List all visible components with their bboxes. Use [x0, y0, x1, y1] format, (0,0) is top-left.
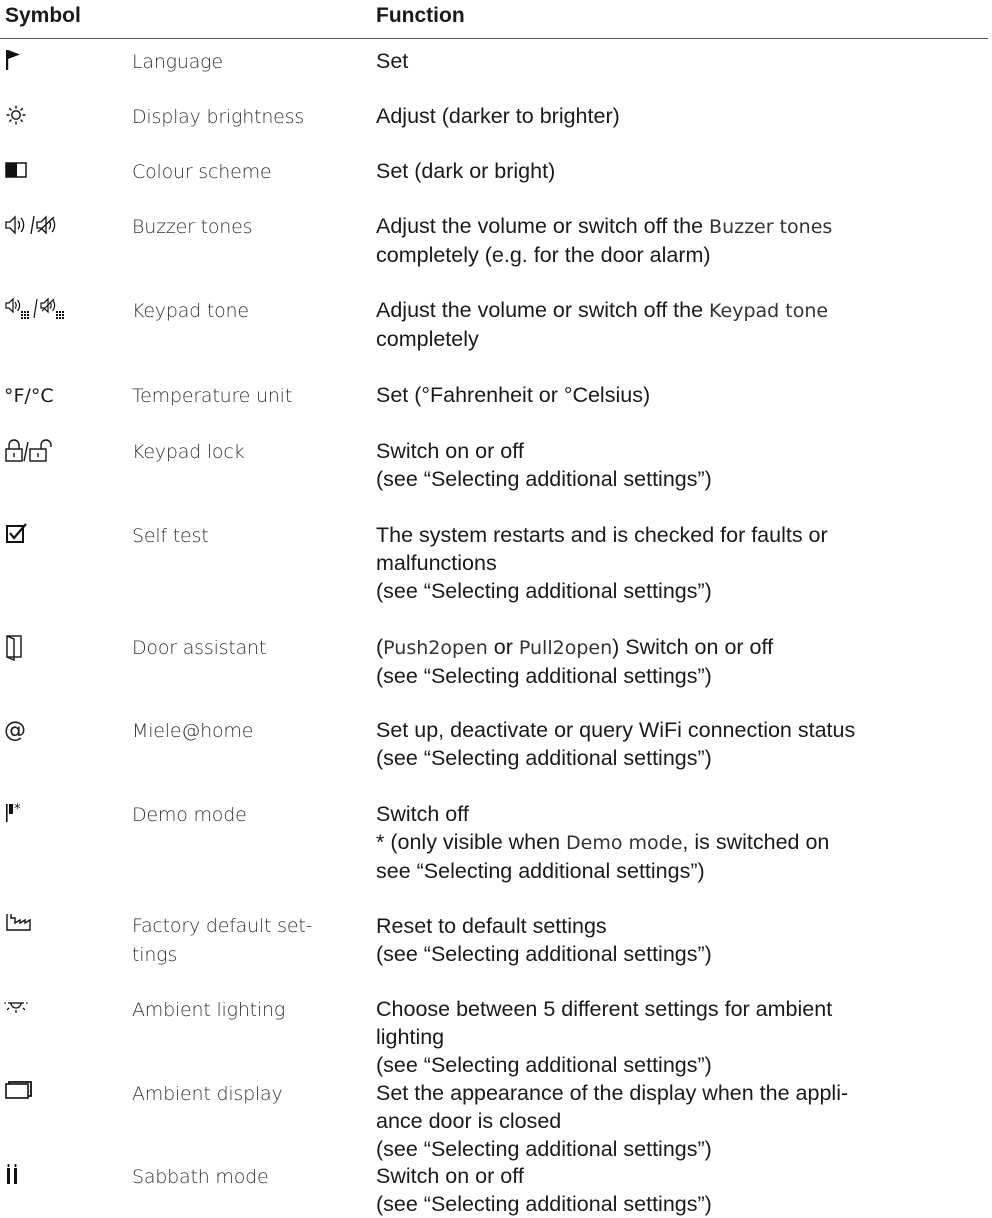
table-header: Symbol Function	[0, 0, 992, 36]
function-text: Adjust (darker to brighter)	[376, 104, 620, 128]
column-header-symbol: Symbol	[5, 4, 81, 27]
padlock-icon	[4, 437, 104, 467]
sabbath-icon	[4, 1162, 104, 1192]
setting-name: Sabbath mode	[132, 1166, 269, 1188]
setting-name: Door assistant	[132, 637, 267, 659]
flag-icon	[4, 47, 104, 77]
function-text: Set	[376, 49, 409, 73]
setting-name: Factory default set-tings	[132, 915, 313, 966]
setting-name: Language	[132, 51, 223, 73]
function-text: Adjust the volume or switch off the Buzz…	[376, 214, 833, 267]
function-text: Set the appearance of the display when t…	[376, 1081, 849, 1161]
function-text: Set (°Fahrenheit or °Celsius)	[376, 383, 651, 407]
column-header-function: Function	[376, 4, 465, 27]
setting-name: Demo mode	[132, 804, 247, 826]
at-icon: @	[4, 718, 26, 743]
setting-name: Keypad lock	[132, 441, 245, 463]
setting-name: Display brightness	[132, 106, 305, 128]
door-icon	[4, 633, 104, 663]
svg-text:*: *	[14, 802, 21, 817]
function-text: Set (dark or bright)	[376, 159, 556, 183]
demo-flag-icon: *	[4, 800, 104, 830]
function-text: Choose between 5 different settings for …	[376, 997, 833, 1077]
temperature-unit-icon: °F/°C	[4, 385, 54, 407]
function-text: (Push2open or Pull2open) Switch on or of…	[376, 635, 774, 688]
function-text: Switch on or off (see “Selecting additio…	[376, 439, 712, 491]
factory-icon	[4, 912, 104, 942]
setting-name: Colour scheme	[132, 161, 272, 183]
speaker-icon	[4, 212, 104, 242]
sun-icon	[4, 102, 104, 132]
setting-name: Keypad tone	[132, 300, 249, 322]
function-text: Set up, deactivate or query WiFi connect…	[376, 718, 856, 770]
setting-name: Ambient display	[132, 1083, 283, 1105]
function-text: The system restarts and is checked for f…	[376, 523, 828, 603]
keypad-speaker-icon	[4, 296, 104, 326]
ambient-display-icon	[4, 1079, 104, 1109]
setting-name: Miele@home	[132, 720, 254, 742]
colour-scheme-icon	[4, 157, 104, 187]
function-text: Switch on or off (see “Selecting additio…	[376, 1164, 712, 1216]
function-text: Reset to default settings (see “Selectin…	[376, 914, 712, 966]
setting-name: Buzzer tones	[132, 216, 253, 238]
setting-name: Ambient lighting	[132, 999, 286, 1021]
setting-name: Temperature unit	[132, 385, 293, 407]
checkbox-icon	[4, 521, 104, 551]
ambient-light-icon	[4, 995, 104, 1025]
setting-name: Self test	[132, 525, 209, 547]
header-divider	[0, 38, 988, 39]
function-text: Switch off * (only visible when Demo mod…	[376, 802, 830, 883]
function-text: Adjust the volume or switch off the Keyp…	[376, 298, 829, 351]
